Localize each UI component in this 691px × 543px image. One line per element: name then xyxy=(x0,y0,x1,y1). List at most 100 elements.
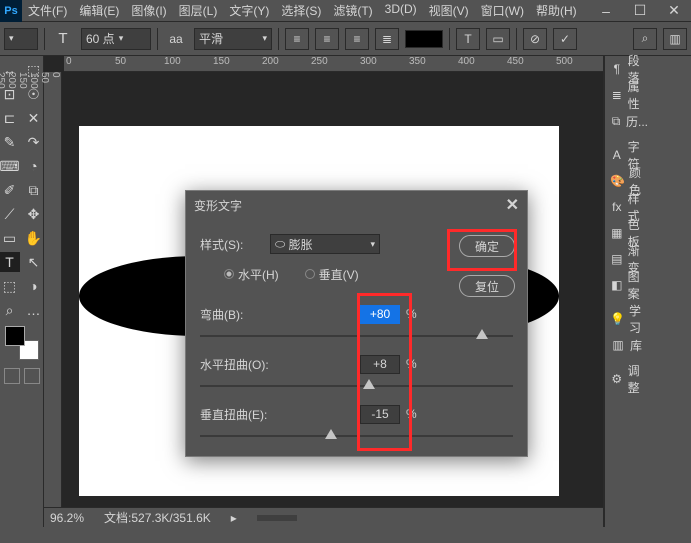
orientation-icon[interactable]: T xyxy=(51,27,75,51)
search-icon[interactable]: ⌕ xyxy=(633,28,657,50)
status-bar: 96.2% 文档:527.3K/351.6K ▸ xyxy=(44,507,603,527)
align-right-button[interactable]: ≡ xyxy=(345,28,369,50)
blur-tool[interactable]: ✥ xyxy=(24,204,44,224)
quick-mask-toggle[interactable] xyxy=(4,368,20,384)
vertical-ruler: 050100150200250300350400 xyxy=(44,72,62,527)
menu-image[interactable]: 图像(I) xyxy=(125,2,172,19)
app-logo: Ps xyxy=(0,0,22,22)
gradient-tool[interactable]: ⟋ xyxy=(0,204,20,224)
panel-learn[interactable]: 💡学习 xyxy=(605,306,648,332)
align-justify-button[interactable]: ≣ xyxy=(375,28,399,50)
hand-tool[interactable]: ✋ xyxy=(24,228,44,248)
hdist-label: 水平扭曲(O): xyxy=(200,356,360,373)
pen-tool[interactable]: ▭ xyxy=(0,228,20,248)
eraser-tool[interactable]: ⧉ xyxy=(24,180,44,200)
text-color-swatch[interactable] xyxy=(405,30,443,48)
hdist-input[interactable]: +8 xyxy=(360,355,400,374)
scrollbar-horizontal[interactable] xyxy=(257,515,297,521)
shape-tool[interactable]: ⬚ xyxy=(0,276,20,296)
libraries-icon: ▥ xyxy=(610,338,626,352)
properties-icon: ≣ xyxy=(610,88,624,102)
font-size-dropdown[interactable]: 60 点▾ xyxy=(81,28,151,50)
right-panels: ¶段落 ≣属性 ⧉历... A字符 🎨颜色 fx样式 ▦色板 ▤渐变 ◧图案 💡… xyxy=(603,56,691,527)
commit-edits-button[interactable]: ✓ xyxy=(553,28,577,50)
tool-preset-dropdown[interactable]: ▾ xyxy=(4,28,38,50)
learn-icon: 💡 xyxy=(610,312,625,326)
menu-help[interactable]: 帮助(H) xyxy=(530,2,583,19)
styles-icon: fx xyxy=(610,200,624,214)
paragraph-icon: ¶ xyxy=(610,62,624,76)
vdist-input[interactable]: -15 xyxy=(360,405,400,424)
style-dropdown[interactable]: ⬭ 膨胀▾ xyxy=(270,234,380,254)
patterns-icon: ◧ xyxy=(610,278,624,292)
eyedropper-tool[interactable]: ✎ xyxy=(0,132,20,152)
fg-bg-colors[interactable] xyxy=(5,326,39,360)
adjustments-icon: ⚙ xyxy=(610,372,624,386)
menu-filter[interactable]: 滤镜(T) xyxy=(327,2,378,19)
vdist-label: 垂直扭曲(E): xyxy=(200,406,360,423)
panel-patterns[interactable]: ◧图案 xyxy=(605,272,648,298)
dodge-tool[interactable]: ◑ xyxy=(24,276,44,296)
panel-libraries[interactable]: ▥库 xyxy=(605,332,648,358)
menu-file[interactable]: 文件(F) xyxy=(22,2,73,19)
menu-edit[interactable]: 编辑(E) xyxy=(73,2,125,19)
vdist-slider[interactable] xyxy=(200,429,513,443)
dialog-title: 变形文字 xyxy=(194,197,242,214)
brush-tool[interactable]: ⌨ xyxy=(0,156,20,176)
menu-layer[interactable]: 图层(L) xyxy=(173,2,224,19)
panel-adjustments[interactable]: ⚙调整 xyxy=(605,366,648,392)
dialog-title-bar[interactable]: 变形文字 ✕ xyxy=(186,191,527,219)
hdist-slider[interactable] xyxy=(200,379,513,393)
antialias-icon: aa xyxy=(164,27,188,51)
ok-button[interactable]: 确定 xyxy=(459,235,515,257)
warp-text-dialog: 变形文字 ✕ 样式(S): ⬭ 膨胀▾ 水平(H) 垂直(V) 弯曲(B): +… xyxy=(185,190,528,457)
workspace-icon[interactable]: ▥ xyxy=(663,28,687,50)
cancel-edits-button[interactable]: ⊘ xyxy=(523,28,547,50)
window-maximize-button[interactable]: ☐ xyxy=(623,1,657,21)
panel-history[interactable]: ⧉历... xyxy=(605,108,648,134)
zoom-tool[interactable]: ⌕ xyxy=(0,300,20,320)
fg-color-swatch[interactable] xyxy=(5,326,25,346)
more-tools[interactable]: … xyxy=(24,300,44,320)
bend-input[interactable]: +80 xyxy=(360,305,400,324)
align-center-button[interactable]: ≡ xyxy=(315,28,339,50)
status-menu-chevron[interactable]: ▸ xyxy=(231,511,237,525)
horizontal-ruler: 050100150200250300350400450500 xyxy=(64,56,603,72)
doc-info: 527.3K/351.6K xyxy=(131,511,210,525)
menu-select[interactable]: 选择(S) xyxy=(275,2,327,19)
menu-3d[interactable]: 3D(D) xyxy=(379,2,423,19)
history-icon: ⧉ xyxy=(610,114,622,129)
reset-button[interactable]: 复位 xyxy=(459,275,515,297)
dialog-close-button[interactable]: ✕ xyxy=(506,195,519,215)
panel-toggle-button[interactable]: ▭ xyxy=(486,28,510,50)
tools-panel: ↔ ⬚ ⊡ ☉ ⊏ ✕ ✎ ↷ ⌨ ◔ ✐ ⧉ ⟋ ✥ ▭ ✋ T ↖ ⬚ ◑ … xyxy=(0,56,44,527)
gradients-icon: ▤ xyxy=(610,252,624,266)
color-icon: 🎨 xyxy=(610,174,625,188)
panel-properties[interactable]: ≣属性 xyxy=(605,82,648,108)
warp-text-button[interactable]: T xyxy=(456,28,480,50)
title-bar: Ps 文件(F) 编辑(E) 图像(I) 图层(L) 文字(Y) 选择(S) 滤… xyxy=(0,0,691,22)
align-left-button[interactable]: ≡ xyxy=(285,28,309,50)
path-select-tool[interactable]: ↖ xyxy=(24,252,44,272)
healing-tool[interactable]: ↷ xyxy=(24,132,44,152)
character-icon: A xyxy=(610,148,624,162)
menu-window[interactable]: 窗口(W) xyxy=(475,2,530,19)
bulge-icon: ⬭ xyxy=(275,237,285,252)
style-label: 样式(S): xyxy=(200,236,270,253)
orientation-vertical-radio: 垂直(V) xyxy=(305,266,359,283)
antialias-dropdown[interactable]: 平滑▾ xyxy=(194,28,272,50)
history-brush-tool[interactable]: ✐ xyxy=(0,180,20,200)
options-bar: ▾ T 60 点▾ aa 平滑▾ ≡ ≡ ≡ ≣ T ▭ ⊘ ✓ ⌕ ▥ xyxy=(0,22,691,56)
stamp-tool[interactable]: ◔ xyxy=(24,156,44,176)
screen-mode-toggle[interactable] xyxy=(24,368,40,384)
menu-view[interactable]: 视图(V) xyxy=(423,2,475,19)
orientation-horizontal-radio: 水平(H) xyxy=(224,266,279,283)
bend-label: 弯曲(B): xyxy=(200,306,360,323)
window-close-button[interactable]: ✕ xyxy=(657,1,691,21)
window-minimize-button[interactable]: – xyxy=(589,1,623,21)
menu-type[interactable]: 文字(Y) xyxy=(223,2,275,19)
type-tool[interactable]: T xyxy=(0,252,20,272)
swatches-icon: ▦ xyxy=(610,226,624,240)
zoom-level[interactable]: 96.2% xyxy=(50,511,84,525)
bend-slider[interactable] xyxy=(200,329,513,343)
